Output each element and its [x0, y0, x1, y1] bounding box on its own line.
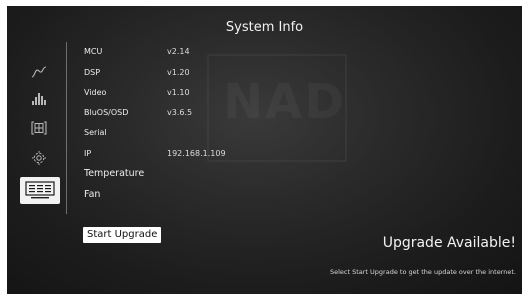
system-info-icon: [25, 181, 55, 199]
info-label: DSP: [84, 68, 101, 77]
info-value: v1.10: [167, 88, 190, 97]
sidebar-item-audio[interactable]: [24, 61, 54, 83]
speaker-grid-icon: [31, 121, 47, 135]
sidebar-item-system-info[interactable]: [20, 177, 60, 204]
info-value: 192.168.1.109: [167, 149, 226, 158]
info-row-video: Video v1.10: [84, 88, 384, 102]
start-upgrade-button[interactable]: Start Upgrade: [83, 227, 162, 243]
info-row-fan: Fan: [84, 189, 384, 204]
info-row-dsp: DSP v1.20: [84, 68, 384, 82]
info-label: BluOS/OSD: [84, 108, 129, 117]
info-label: IP: [84, 149, 92, 158]
info-label: Video: [84, 88, 107, 97]
sidebar-item-equalizer[interactable]: [24, 88, 54, 110]
gear-icon: [32, 151, 46, 165]
info-label: Fan: [84, 189, 101, 200]
waveform-icon: [31, 66, 47, 78]
sidebar-item-speakers[interactable]: [24, 117, 54, 139]
info-row-bluos-osd: BluOS/OSD v3.6.5: [84, 108, 384, 122]
info-label: Temperature: [84, 168, 145, 179]
sidebar-item-settings[interactable]: [24, 147, 54, 169]
info-row-temperature: Temperature: [84, 168, 384, 183]
equalizer-icon: [32, 93, 46, 105]
page-title: System Info: [225, 20, 304, 35]
info-row-serial: Serial: [84, 128, 384, 142]
system-info-screen: NAD System Info: [7, 6, 522, 294]
info-value: v2.14: [167, 47, 190, 56]
upgrade-hint-text: Select Start Upgrade to get the update o…: [329, 268, 516, 276]
info-label: Serial: [84, 128, 107, 137]
info-value: v1.20: [167, 68, 190, 77]
info-row-ip: IP 192.168.1.109: [84, 149, 384, 163]
info-value: v3.6.5: [167, 108, 193, 117]
info-label: MCU: [84, 47, 103, 56]
sidebar-divider: [66, 42, 67, 214]
info-row-mcu: MCU v2.14: [84, 47, 384, 61]
upgrade-available-status: Upgrade Available!: [382, 235, 516, 251]
